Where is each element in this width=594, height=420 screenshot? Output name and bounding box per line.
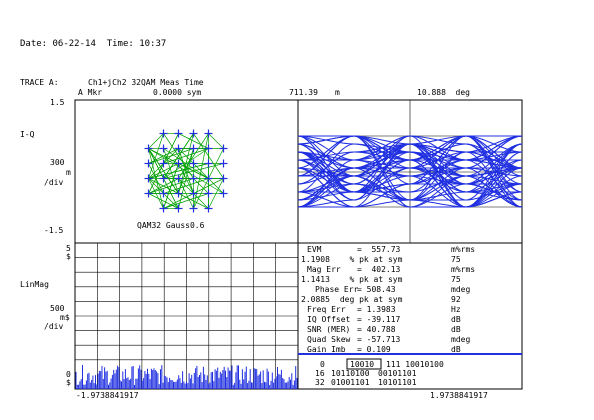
metric-label: IQ Offset xyxy=(307,315,351,324)
metric-label: Gain Imb xyxy=(307,345,346,354)
bits-row: 0 10010 111 10010100 xyxy=(300,360,520,369)
modulation-label: QAM32 Gauss0.6 xyxy=(137,221,205,230)
metric-row: EVM = 557.73 m%rms xyxy=(301,245,519,255)
analyzer-display xyxy=(74,99,523,390)
metric-row: Quad Skew = -57.713 mdeg xyxy=(301,335,519,345)
metric-value: = 402.13 xyxy=(357,265,401,274)
bits-index: 0 xyxy=(320,360,325,369)
metric-label: Quad Skew xyxy=(307,335,351,344)
metric-unit: 75 xyxy=(451,255,461,264)
metric-unit: 75 xyxy=(451,275,461,284)
bits-group-b: 111 10010100 xyxy=(386,360,444,369)
bits-row: 16 10110100 00101101 xyxy=(300,369,520,378)
metric-unit: dB xyxy=(451,325,461,334)
bits-group-b: 10101101 xyxy=(378,378,417,387)
bits-group-a: 10110100 xyxy=(331,369,370,378)
metric-unit: dB xyxy=(451,345,461,354)
bits-list: 0 10010 111 10010100 16 10110100 00101101 32 01… xyxy=(300,360,520,387)
metric-row: 1.1908 % pk at sym 75 xyxy=(301,255,519,265)
bits-group-a: 01001101 xyxy=(331,378,370,387)
metric-unit: mdeg xyxy=(451,285,471,294)
bits-row: 32 01001101 10101101 xyxy=(300,378,520,387)
metric-value: = 0.109 xyxy=(357,345,391,354)
metric-row: Freq Err = 1.3983 Hz xyxy=(301,305,519,315)
metric-label: 1.1413 xyxy=(301,275,330,284)
metric-label: 1.1908 xyxy=(301,255,330,264)
bits-index: 32 xyxy=(315,378,325,387)
metric-unit: mdeg xyxy=(451,335,471,344)
metric-value: = 557.73 xyxy=(357,245,401,254)
metric-unit: m%rms xyxy=(451,245,476,254)
metrics-list: EVM = 557.73 m%rms 1.1908 % pk at sym 75 Mag … xyxy=(301,245,519,355)
bits-group-a: 10010 xyxy=(350,360,375,369)
metric-row: 1.1413 % pk at sym 75 xyxy=(301,275,519,285)
metric-label: EVM xyxy=(307,245,322,254)
metric-row: 2.0885 deg pk at sym 92 xyxy=(301,295,519,305)
metric-value: deg pk at sym xyxy=(335,295,403,304)
metric-label: Freq Err xyxy=(307,305,346,314)
metric-value: % pk at sym xyxy=(335,275,403,284)
metric-unit: 92 xyxy=(451,295,461,304)
metric-value: % pk at sym xyxy=(335,255,403,264)
metric-label: 2.0885 xyxy=(301,295,330,304)
metric-unit: Hz xyxy=(451,305,461,314)
bits-index: 16 xyxy=(315,369,325,378)
metric-row: Mag Err = 402.13 m%rms xyxy=(301,265,519,275)
metric-value: = 40.788 xyxy=(357,325,396,334)
metric-unit: m%rms xyxy=(451,265,476,274)
metric-value: = 1.3983 xyxy=(357,305,396,314)
constellation-path xyxy=(208,133,224,149)
metric-value: = -57.713 xyxy=(357,335,401,344)
metric-label: Phase Err xyxy=(315,285,359,294)
metric-row: IQ Offset = -39.117 dB xyxy=(301,315,519,325)
metric-row: SNR (MER) = 40.788 dB xyxy=(301,325,519,335)
metric-label: SNR (MER) xyxy=(307,325,351,334)
metric-label: Mag Err xyxy=(307,265,341,274)
bits-group-b: 00101101 xyxy=(378,369,417,378)
metric-value: = -39.117 xyxy=(357,315,401,324)
metric-unit: dB xyxy=(451,315,461,324)
metric-row: Phase Err = 508.43 mdeg xyxy=(301,285,519,295)
metric-value: = 508.43 xyxy=(357,285,396,294)
metric-row: Gain Imb = 0.109 dB xyxy=(301,345,519,355)
constellation-path xyxy=(163,193,209,209)
